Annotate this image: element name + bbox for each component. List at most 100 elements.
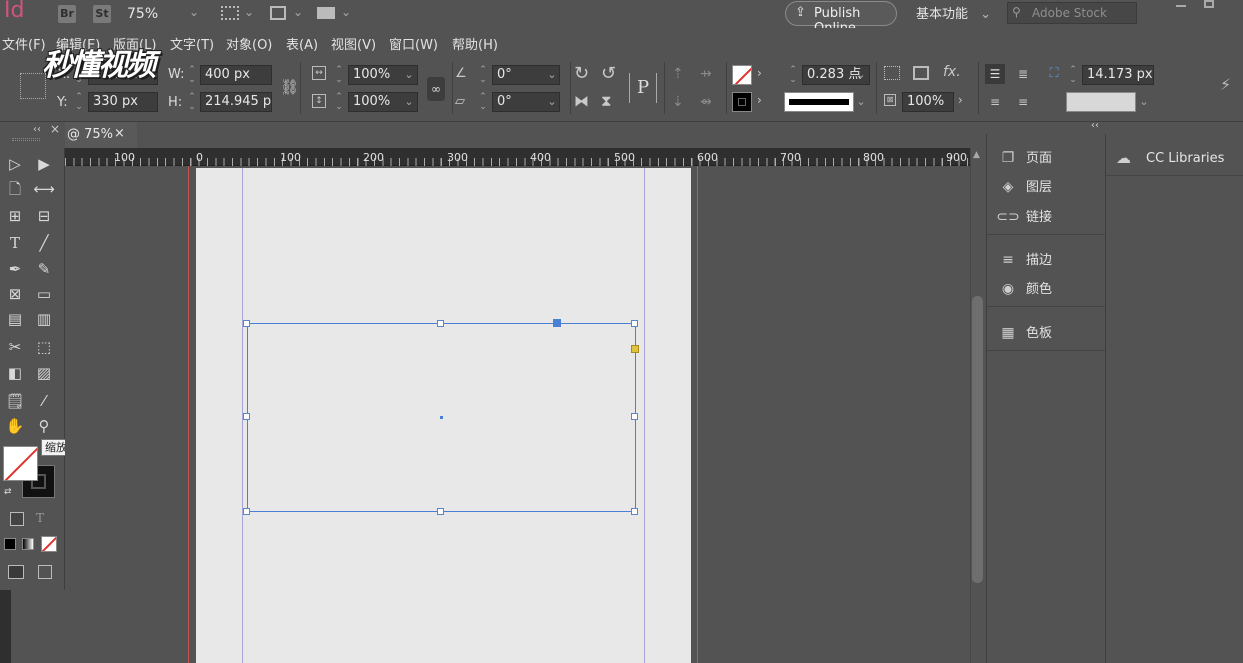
- p-glyph-icon[interactable]: P: [629, 73, 657, 103]
- drop-shadow-icon[interactable]: [913, 66, 929, 80]
- close-tab-icon[interactable]: ×: [114, 126, 125, 141]
- zoom-dropdown-icon[interactable]: ⌄: [189, 5, 199, 19]
- apply-gradient-icon[interactable]: [22, 538, 34, 550]
- fill-none-swatch[interactable]: [732, 65, 752, 85]
- stroke-swatch[interactable]: [732, 92, 752, 112]
- panel-stroke[interactable]: ≡ 描边: [996, 248, 1104, 272]
- close-toolbox-icon[interactable]: ×: [50, 122, 60, 136]
- stroke-arrow-icon[interactable]: ›: [757, 93, 762, 107]
- select-content-icon[interactable]: ⇣: [672, 94, 684, 110]
- vertical-scrollbar-thumb[interactable]: [972, 296, 983, 583]
- w-field[interactable]: 400 px: [200, 65, 272, 85]
- panel-color[interactable]: ◉ 颜色: [996, 277, 1104, 301]
- formatting-text-icon[interactable]: T: [36, 511, 44, 525]
- scissors-icon[interactable]: ✂: [4, 336, 26, 358]
- scale-x-spinner[interactable]: ⌃ ⌄: [334, 65, 344, 85]
- publish-online-button[interactable]: ⇪ Publish Online: [785, 1, 897, 36]
- scroll-up-icon[interactable]: ▲: [973, 150, 980, 160]
- y-spinner[interactable]: ⌃ ⌄: [74, 92, 84, 112]
- h-field[interactable]: 214.945 px: [200, 92, 272, 112]
- document-tab[interactable]: @ 75% ×: [65, 122, 137, 148]
- fill-proxy-swatch[interactable]: [3, 446, 38, 481]
- menu-object[interactable]: 对象(O): [226, 34, 272, 53]
- scale-y-spinner[interactable]: ⌃ ⌄: [334, 92, 344, 112]
- rectangle-icon[interactable]: ▭: [33, 283, 55, 305]
- resize-handle-bl[interactable]: [243, 508, 250, 515]
- restore-icon[interactable]: [1204, 0, 1214, 8]
- select-next-icon[interactable]: ⇴: [700, 94, 712, 110]
- preview-mode-icon[interactable]: [38, 565, 52, 579]
- menu-view[interactable]: 视图(V): [331, 34, 376, 53]
- wrap-center-icon[interactable]: ≡: [1013, 92, 1033, 112]
- arrange-dropdown-icon[interactable]: ⌄: [341, 5, 351, 19]
- free-transform-icon[interactable]: ⬚: [33, 336, 55, 358]
- zoom-level[interactable]: 75%: [127, 6, 158, 22]
- screen-mode-icon[interactable]: [270, 6, 286, 20]
- offset-field[interactable]: 14.173 px: [1082, 65, 1154, 85]
- line-icon[interactable]: ╱: [33, 232, 55, 254]
- flip-vertical-icon[interactable]: ⧗: [601, 92, 612, 110]
- stroke-weight-dropdown-icon[interactable]: ⌄: [854, 65, 868, 85]
- rect-frame-icon[interactable]: ⊠: [4, 283, 26, 305]
- apply-color-icon[interactable]: [4, 538, 16, 550]
- content-grabber-handle[interactable]: [553, 319, 561, 327]
- pencil-icon[interactable]: ✎: [33, 258, 55, 280]
- stroke-type-picker[interactable]: [784, 92, 854, 112]
- h-spinner[interactable]: ⌃ ⌄: [187, 92, 197, 112]
- gradient-swatch-icon[interactable]: ◧: [4, 362, 26, 384]
- frame-fitting-icon[interactable]: [884, 66, 900, 80]
- scale-x-dropdown-icon[interactable]: ⌄: [402, 65, 416, 85]
- stroke-weight-spinner[interactable]: ⌃ ⌄: [788, 65, 798, 85]
- menu-type[interactable]: 文字(T): [170, 34, 214, 53]
- constrain-proportions-icon[interactable]: ⛓: [280, 78, 299, 96]
- grid-icon[interactable]: ▥: [33, 308, 55, 330]
- normal-view-icon[interactable]: [8, 565, 24, 579]
- resize-handle-tm[interactable]: [437, 320, 444, 327]
- content-collector-icon[interactable]: ⊞: [4, 205, 26, 227]
- menu-window[interactable]: 窗口(W): [389, 34, 438, 53]
- gradient-feather-icon[interactable]: ▨: [33, 362, 55, 384]
- note-icon[interactable]: 🗒: [4, 390, 26, 412]
- object-style-dropdown-icon[interactable]: ⌄: [1137, 92, 1151, 112]
- rotate-ccw-icon[interactable]: ↺: [601, 63, 616, 84]
- table-icon[interactable]: ▤: [4, 308, 26, 330]
- align-left-icon[interactable]: ☰: [985, 64, 1005, 84]
- screen-mode-dropdown-icon[interactable]: ⌄: [293, 5, 303, 19]
- shear-dropdown-icon[interactable]: ⌄: [545, 92, 559, 112]
- panel-swatches[interactable]: ▦ 色板: [996, 321, 1104, 345]
- zoom-icon[interactable]: ⚲: [33, 415, 55, 437]
- scale-y-dropdown-icon[interactable]: ⌄: [402, 92, 416, 112]
- resize-handle-tr[interactable]: [631, 320, 638, 327]
- hand-icon[interactable]: ✋: [4, 415, 26, 437]
- rotate-dropdown-icon[interactable]: ⌄: [545, 65, 559, 85]
- select-previous-icon[interactable]: ⇸: [700, 66, 712, 82]
- rotate-cw-icon[interactable]: ↻: [574, 63, 589, 84]
- collapse-toolbox-icon[interactable]: ‹‹: [33, 124, 41, 135]
- resize-handle-ml[interactable]: [243, 413, 250, 420]
- apply-none-icon[interactable]: [41, 536, 57, 552]
- collapse-panels-icon[interactable]: ‹‹: [1091, 120, 1099, 131]
- fill-arrow-icon[interactable]: ›: [757, 66, 762, 80]
- flip-horizontal-icon[interactable]: ⧓: [574, 92, 589, 110]
- workspace-switcher[interactable]: 基本功能 ⌄: [916, 3, 991, 22]
- selection-icon[interactable]: ▷: [4, 153, 26, 175]
- panel-layers[interactable]: ◈ 图层: [996, 175, 1104, 199]
- adobe-stock-search[interactable]: ⚲ Adobe Stock: [1007, 2, 1137, 24]
- view-options-icon[interactable]: [221, 6, 239, 20]
- minimize-icon[interactable]: [1176, 5, 1186, 7]
- menu-help[interactable]: 帮助(H): [452, 34, 498, 53]
- select-container-icon[interactable]: ⇡: [672, 66, 684, 82]
- gap-icon[interactable]: ⟷: [33, 178, 55, 200]
- content-placer-icon[interactable]: ⊟: [33, 205, 55, 227]
- type-icon[interactable]: T: [4, 232, 26, 254]
- bridge-button[interactable]: Br: [58, 5, 76, 23]
- text-wrap-icon[interactable]: ≣: [1013, 64, 1033, 84]
- cc-libraries-panel[interactable]: ☁ CC Libraries: [1108, 146, 1243, 172]
- wrap-top-icon[interactable]: ≡: [985, 92, 1005, 112]
- panel-links[interactable]: ⊂⊃ 链接: [996, 205, 1104, 229]
- resize-handle-mr[interactable]: [631, 413, 638, 420]
- shear-spinner[interactable]: ⌃ ⌄: [478, 92, 488, 112]
- resize-handle-bm[interactable]: [437, 508, 444, 515]
- menu-file[interactable]: 文件(F): [2, 34, 46, 53]
- pen-icon[interactable]: ✒: [4, 258, 26, 280]
